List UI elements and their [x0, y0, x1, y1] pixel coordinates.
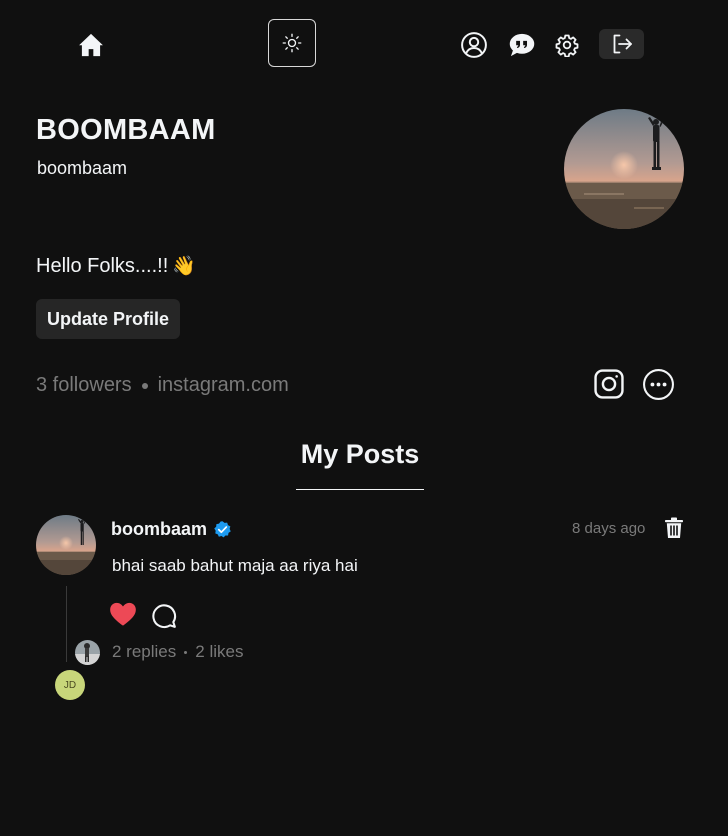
avatar-image: [75, 640, 100, 665]
chat-nav-button[interactable]: [505, 28, 539, 62]
profile-name: BOOMBAAM: [36, 114, 216, 146]
reply-avatar: JD: [55, 670, 85, 700]
more-circle-icon: [643, 369, 674, 400]
like-button[interactable]: [109, 601, 137, 627]
logout-icon: [613, 34, 632, 54]
delete-post-button[interactable]: [664, 517, 684, 539]
home-button[interactable]: [74, 28, 108, 62]
gear-icon: [555, 34, 579, 57]
comment-button[interactable]: [151, 603, 177, 629]
trash-icon: [665, 517, 683, 538]
tab-my-posts[interactable]: My Posts: [296, 436, 424, 490]
profile-avatar[interactable]: [564, 109, 684, 229]
separator-dot: [184, 650, 188, 654]
instagram-icon: [594, 369, 624, 399]
chat-bubbles-icon: [509, 33, 535, 57]
post-author[interactable]: boombaam: [111, 519, 232, 540]
verified-icon: [214, 521, 231, 538]
logout-button[interactable]: [599, 29, 644, 59]
heart-icon: [110, 602, 136, 626]
thread-line: [66, 586, 67, 662]
settings-nav-button[interactable]: [550, 28, 584, 62]
post-author-name: boombaam: [111, 519, 208, 539]
post-timestamp: 8 days ago: [572, 520, 646, 537]
avatar-image: [36, 515, 96, 575]
profile-nav-button[interactable]: [457, 28, 491, 62]
avatar-image: [564, 109, 684, 229]
user-circle-icon: [461, 32, 487, 58]
instagram-button[interactable]: [592, 367, 626, 401]
tab-underline: [296, 489, 424, 490]
more-options-button[interactable]: [642, 368, 675, 401]
profile-bio: Hello Folks....!! 👋: [36, 254, 196, 278]
replies-count[interactable]: 2 replies: [112, 642, 176, 662]
reply-avatar: [75, 640, 100, 665]
followers-count[interactable]: 3 followers: [36, 374, 132, 397]
profile-meta: 3 followers instagram.com: [36, 374, 289, 397]
profile-link[interactable]: instagram.com: [158, 374, 289, 397]
profile-username: boombaam: [37, 158, 128, 178]
post-stats: 2 replies 2 likes: [112, 642, 243, 662]
home-icon: [79, 33, 103, 57]
waving-hand-icon: 👋: [172, 256, 196, 277]
separator-dot: [141, 382, 148, 389]
post-author-avatar[interactable]: [36, 515, 96, 575]
sun-icon: [282, 33, 302, 53]
update-profile-button[interactable]: Update Profile: [36, 299, 180, 339]
post-text: bhai saab bahut maja aa riya hai: [112, 556, 358, 575]
likes-count[interactable]: 2 likes: [195, 642, 243, 662]
bio-text: Hello Folks....!!: [36, 254, 169, 277]
tab-label: My Posts: [300, 439, 420, 469]
comment-bubble-icon: [152, 604, 177, 629]
profile-page: BOOMBAAM boombaam Hello Folks....!! 👋 Up…: [0, 0, 728, 836]
theme-toggle-button[interactable]: [268, 19, 316, 67]
